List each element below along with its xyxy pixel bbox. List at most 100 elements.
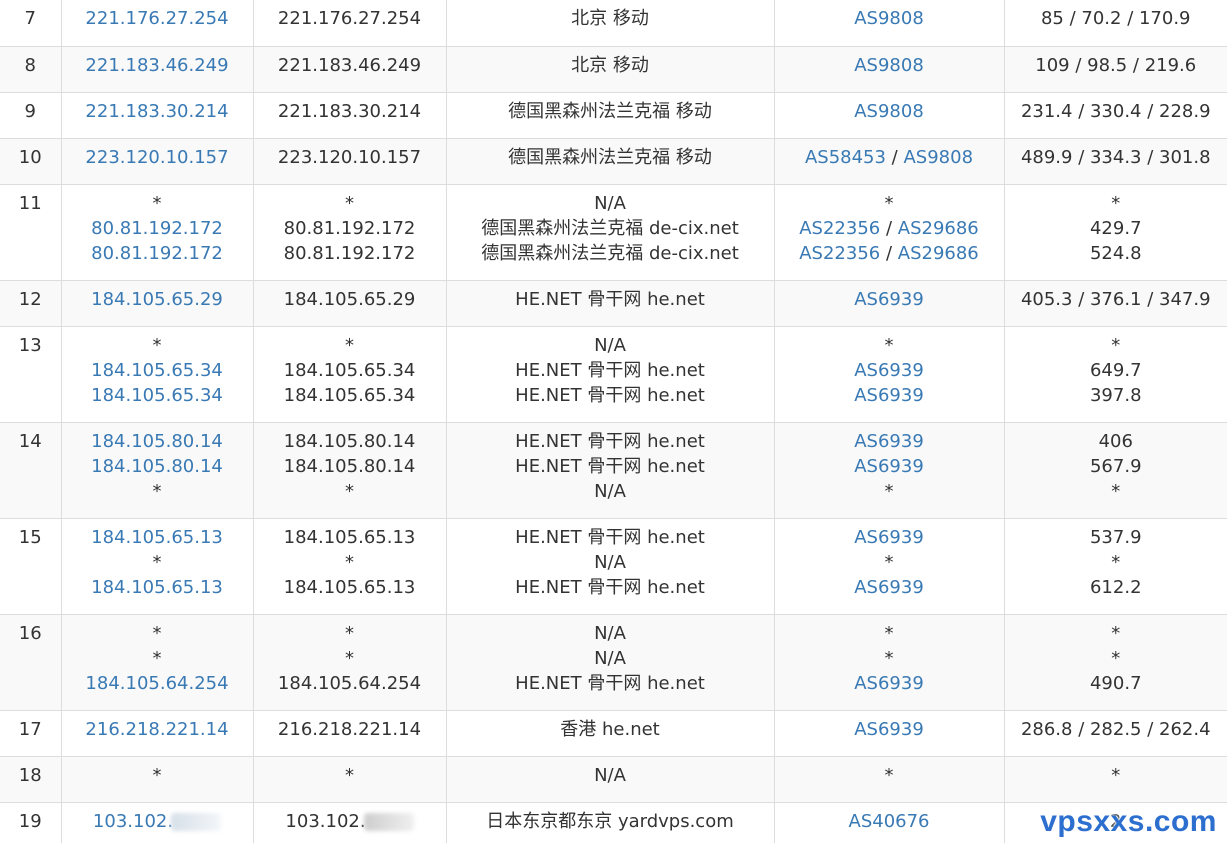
hop-row: 10 223.120.10.157 223.120.10.157 德国黑森州法兰克福 … <box>0 137 1227 185</box>
asn-cell: AS6939 * AS6939 <box>773 517 1005 615</box>
asn-line: AS22356 / AS29686 <box>775 241 1004 266</box>
ip-link[interactable]: 216.218.221.14 <box>85 719 228 740</box>
latency-cell: 231.4 / 330.4 / 228.9 <box>1003 91 1227 139</box>
hop-row: 16 * * 184.105.64.254 * * 184.105.64.254 N/A N/A… <box>0 613 1227 711</box>
hostname-text: 80.81.192.172 <box>283 242 416 264</box>
location-cell: 北京 移动 <box>445 0 775 47</box>
ip-link[interactable]: 184.105.65.34 <box>91 360 223 381</box>
hop-number: 10 <box>18 146 42 168</box>
ip-link[interactable]: 184.105.65.13 <box>91 577 223 598</box>
hop-number-cell: 8 <box>0 45 62 93</box>
ip-link[interactable]: 221.183.46.249 <box>85 55 228 76</box>
asn-link[interactable]: AS29686 <box>898 243 979 264</box>
asn-line: * <box>775 333 1004 358</box>
asn-link[interactable]: AS6939 <box>854 719 924 740</box>
ip-link[interactable]: 184.105.65.34 <box>91 385 223 406</box>
ip-link[interactable]: 184.105.80.14 <box>91 456 223 477</box>
asn-link[interactable]: AS40676 <box>849 811 930 832</box>
ip-line: 103.102. <box>62 809 253 834</box>
ip-line: 184.105.65.29 <box>62 287 253 312</box>
ip-link[interactable]: 221.183.30.214 <box>85 101 228 122</box>
ip-timeout: * <box>152 764 162 786</box>
asn-cell: AS40676 <box>773 801 1005 843</box>
ip-timeout: * <box>152 334 162 356</box>
location-cell: 香港 he.net <box>445 709 775 757</box>
asn-link[interactable]: AS22356 <box>799 218 880 239</box>
asn-separator: / <box>880 217 898 239</box>
location-text: 北京 移动 <box>571 54 649 76</box>
asn-link[interactable]: AS22356 <box>799 243 880 264</box>
ip-link[interactable]: 184.105.80.14 <box>91 431 223 452</box>
asn-link[interactable]: AS58453 <box>805 147 886 168</box>
hop-number-cell: 10 <box>0 137 62 185</box>
hostname-cell: * <box>252 755 447 803</box>
ip-line: 221.183.46.249 <box>62 53 253 78</box>
ip-link[interactable]: 223.120.10.157 <box>85 147 228 168</box>
asn-timeout: * <box>884 551 894 573</box>
location-text: N/A <box>594 551 626 573</box>
asn-link[interactable]: AS9808 <box>854 101 924 122</box>
ip-cell: * 184.105.65.34 184.105.65.34 <box>60 325 254 423</box>
hop-number-cell: 16 <box>0 613 62 711</box>
asn-link[interactable]: AS6939 <box>854 577 924 598</box>
ip-timeout: * <box>152 551 162 573</box>
ip-link[interactable]: 80.81.192.172 <box>91 243 223 264</box>
hostname-cell: * 184.105.65.34 184.105.65.34 <box>252 325 447 423</box>
hop-number: 18 <box>18 764 42 786</box>
asn-line: * <box>775 621 1004 646</box>
hostname-text: * <box>345 480 354 502</box>
ip-line: 184.105.65.34 <box>62 383 253 408</box>
asn-link[interactable]: AS6939 <box>854 527 924 548</box>
location-text: HE.NET 骨干网 he.net <box>515 526 705 548</box>
hop-number-cell: 18 <box>0 755 62 803</box>
hostname-line: 184.105.65.13 <box>254 575 446 600</box>
hostname-cell: 103.102. <box>252 801 447 843</box>
hop-number-cell: 19 <box>0 801 62 843</box>
asn-link[interactable]: AS9808 <box>854 8 924 29</box>
asn-line: AS9808 <box>775 53 1004 78</box>
asn-link[interactable]: AS9808 <box>903 147 973 168</box>
ip-link[interactable]: 184.105.65.13 <box>91 527 223 548</box>
hop-row: 14 184.105.80.14 184.105.80.14 * 184.105.80.… <box>0 421 1227 519</box>
hostname-text: 184.105.80.14 <box>283 430 416 452</box>
asn-link[interactable]: AS29686 <box>898 218 979 239</box>
latency-text: 109 / 98.5 / 219.6 <box>1035 54 1197 76</box>
asn-line: AS6939 <box>775 525 1004 550</box>
asn-link[interactable]: AS6939 <box>854 456 924 477</box>
ip-link[interactable]: 103.102. <box>93 811 173 832</box>
location-text: HE.NET 骨干网 he.net <box>515 430 705 452</box>
latency-text: 524.8 <box>1089 242 1142 264</box>
asn-link[interactable]: AS6939 <box>854 673 924 694</box>
ip-link[interactable]: 184.105.64.254 <box>85 673 228 694</box>
ip-link[interactable]: 80.81.192.172 <box>91 218 223 239</box>
ip-timeout: * <box>152 192 162 214</box>
asn-link[interactable]: AS9808 <box>854 55 924 76</box>
ip-link[interactable]: 184.105.65.29 <box>91 289 223 310</box>
hostname-line: 184.105.64.254 <box>254 671 446 696</box>
asn-line: AS22356 / AS29686 <box>775 216 1004 241</box>
asn-line: * <box>775 646 1004 671</box>
asn-link[interactable]: AS6939 <box>854 289 924 310</box>
asn-line: AS6939 <box>775 358 1004 383</box>
asn-link[interactable]: AS6939 <box>854 360 924 381</box>
hostname-cell: 221.183.30.214 <box>252 91 447 139</box>
latency-text: 567.9 <box>1089 455 1142 477</box>
hostname-text: * <box>345 647 354 669</box>
ip-timeout: * <box>152 647 162 669</box>
location-cell: N/A HE.NET 骨干网 he.net HE.NET 骨干网 he.net <box>445 325 775 423</box>
hop-number: 12 <box>18 288 42 310</box>
asn-line: AS6939 <box>775 383 1004 408</box>
ip-cell: 221.176.27.254 <box>60 0 254 47</box>
asn-line: AS6939 <box>775 717 1004 742</box>
hostname-text: 184.105.80.14 <box>283 455 416 477</box>
asn-link[interactable]: AS6939 <box>854 431 924 452</box>
latency-text: * <box>1111 622 1121 644</box>
asn-cell: * * AS6939 <box>773 613 1005 711</box>
hostname-line: 221.176.27.254 <box>254 6 446 31</box>
hostname-line: * <box>254 191 446 216</box>
location-text: N/A <box>594 192 626 214</box>
latency-text: 406 <box>1098 430 1133 452</box>
ip-link[interactable]: 221.176.27.254 <box>85 8 228 29</box>
asn-separator: / <box>880 242 898 264</box>
asn-link[interactable]: AS6939 <box>854 385 924 406</box>
